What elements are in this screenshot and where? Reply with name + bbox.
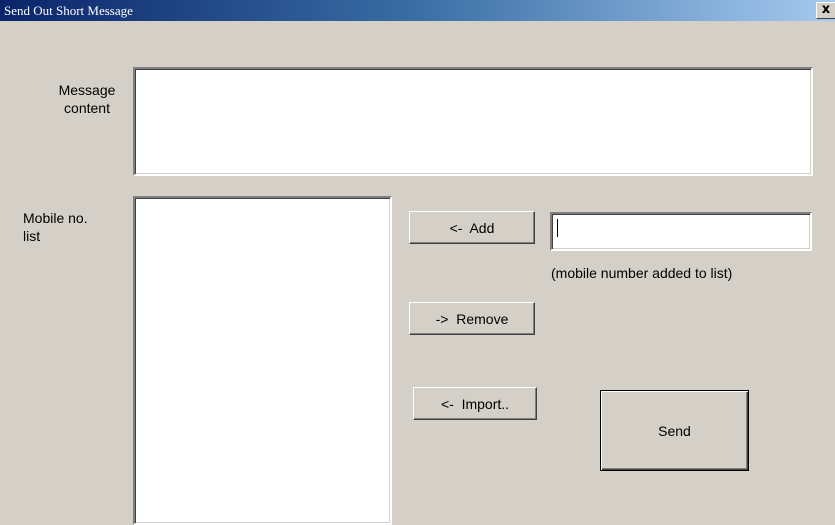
add-button[interactable]: <- Add	[409, 211, 535, 244]
close-button[interactable]: x	[816, 2, 835, 19]
close-icon: x	[821, 2, 831, 17]
send-sms-dialog: Send Out Short Message x Message content…	[0, 0, 835, 525]
mobile-number-list[interactable]	[133, 196, 392, 525]
mobile-number-hint: (mobile number added to list)	[551, 265, 733, 281]
message-content-field[interactable]	[133, 67, 813, 176]
mobile-list-label: Mobile no. list	[23, 210, 88, 244]
send-button[interactable]: Send	[600, 390, 749, 471]
message-content-label: Message content	[58, 82, 116, 116]
window-title: Send Out Short Message	[4, 3, 133, 18]
remove-button[interactable]: -> Remove	[409, 302, 535, 335]
title-bar[interactable]: Send Out Short Message x	[0, 0, 835, 21]
mobile-number-input[interactable]	[550, 212, 812, 251]
text-caret	[557, 219, 558, 237]
import-button[interactable]: <- Import..	[413, 387, 537, 420]
